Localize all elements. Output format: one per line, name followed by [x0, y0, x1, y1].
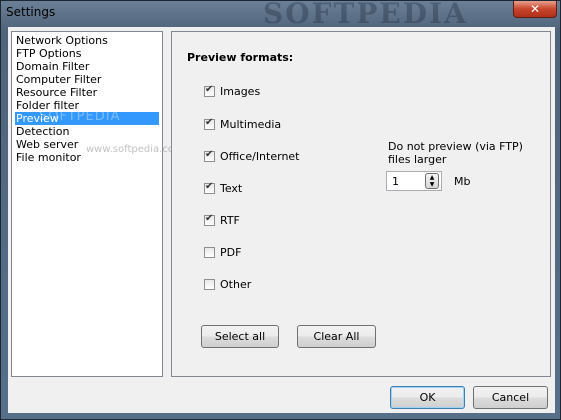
arrow-down-icon[interactable]: ▼	[426, 181, 438, 188]
nav-item-ftp-options[interactable]: FTP Options	[15, 47, 82, 60]
close-icon: ✕	[529, 2, 541, 16]
watermark-small: www.softpedia.com	[86, 144, 184, 155]
nav-item-domain-filter[interactable]: Domain Filter	[15, 60, 90, 73]
max-size-spinner[interactable]: 1 ▲ ▼	[386, 171, 442, 191]
unchecked-box-icon[interactable]	[204, 246, 215, 258]
title-bar[interactable]: Settings SOFTPEDIA ✕	[1, 0, 560, 30]
window-title: Settings	[6, 5, 56, 19]
nav-item-computer-filter[interactable]: Computer Filter	[15, 73, 102, 86]
checkbox-images[interactable]: Images	[204, 84, 260, 98]
nav-item-file-monitor[interactable]: File monitor	[15, 151, 82, 164]
check-icon[interactable]	[204, 149, 215, 162]
watermark: SOFTPEDIA	[263, 0, 468, 30]
settings-window: Settings SOFTPEDIA ✕ Network Options FTP…	[0, 0, 561, 420]
unchecked-box-icon[interactable]	[204, 278, 215, 290]
size-unit-label: Mb	[454, 175, 471, 188]
settings-category-list[interactable]: Network Options FTP Options Domain Filte…	[11, 31, 163, 377]
nav-item-detection[interactable]: Detection	[15, 125, 70, 138]
checkbox-label: Other	[220, 277, 252, 291]
nav-item-preview[interactable]: Preview	[15, 110, 159, 125]
spinner-arrows[interactable]: ▲ ▼	[425, 173, 439, 189]
nav-item-web-server[interactable]: Web server	[15, 138, 79, 151]
check-icon[interactable]	[204, 213, 215, 226]
no-preview-label: Do not preview (via FTP) files larger	[388, 140, 523, 166]
close-button[interactable]: ✕	[513, 1, 557, 18]
check-icon[interactable]	[204, 117, 215, 130]
dialog-body: Network Options FTP Options Domain Filte…	[8, 27, 555, 413]
checkbox-label: Text	[220, 181, 243, 195]
checkbox-rtf[interactable]: RTF	[204, 213, 240, 227]
ok-button[interactable]: OK	[390, 386, 465, 409]
cancel-button[interactable]: Cancel	[473, 386, 548, 409]
arrow-up-icon[interactable]: ▲	[426, 174, 438, 181]
checkbox-label: Office/Internet	[220, 149, 300, 163]
check-icon[interactable]	[204, 84, 215, 97]
checkbox-label: PDF	[220, 245, 242, 259]
checkbox-pdf[interactable]: PDF	[204, 245, 241, 259]
nav-item-resource-filter[interactable]: Resource Filter	[15, 86, 98, 99]
preview-formats-heading: Preview formats:	[187, 51, 294, 64]
select-all-button[interactable]: Select all	[201, 325, 279, 348]
clear-all-button[interactable]: Clear All	[297, 325, 376, 348]
check-icon[interactable]	[204, 181, 215, 194]
checkbox-other[interactable]: Other	[204, 277, 251, 291]
checkbox-label: Multimedia	[220, 117, 282, 131]
preview-settings-panel: Preview formats: Images Multimedia Offic…	[171, 31, 551, 377]
checkbox-text[interactable]: Text	[204, 181, 242, 195]
checkbox-label: RTF	[220, 213, 240, 227]
checkbox-label: Images	[220, 84, 261, 98]
checkbox-multimedia[interactable]: Multimedia	[204, 117, 281, 131]
checkbox-office-internet[interactable]: Office/Internet	[204, 149, 300, 163]
max-size-value[interactable]: 1	[392, 175, 399, 188]
nav-item-network-options[interactable]: Network Options	[15, 34, 109, 47]
